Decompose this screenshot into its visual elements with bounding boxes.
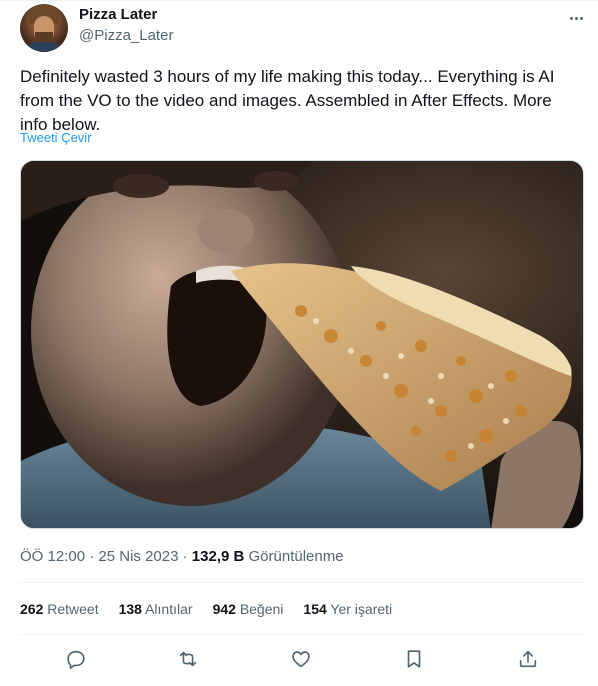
views-label: Görüntülenme xyxy=(248,548,344,565)
avatar[interactable] xyxy=(20,4,68,52)
stat-retweets[interactable]: 262 Retweet xyxy=(20,601,99,617)
author-handle[interactable]: @Pizza_Later xyxy=(79,27,173,44)
bookmark-icon[interactable] xyxy=(403,648,427,672)
share-icon[interactable] xyxy=(517,648,541,672)
action-bar xyxy=(20,648,584,672)
more-options-icon[interactable] xyxy=(566,8,586,28)
tweet-date[interactable]: 25 Nis 2023 xyxy=(98,548,178,565)
divider xyxy=(20,634,584,635)
meta-separator: · xyxy=(182,548,188,565)
tweet-meta: ÖÖ 12:00 · 25 Nis 2023 · 132,9 B Görüntü… xyxy=(20,548,344,565)
tweet-text: Definitely wasted 3 hours of my life mak… xyxy=(20,67,555,134)
reply-icon[interactable] xyxy=(65,648,89,672)
views-count: 132,9 B xyxy=(191,548,245,565)
divider xyxy=(20,582,584,583)
stat-bookmarks[interactable]: 154 Yer işareti xyxy=(303,601,392,617)
tweet: Pizza Later @Pizza_Later Definitely wast… xyxy=(0,0,598,686)
author-name[interactable]: Pizza Later xyxy=(79,6,157,23)
translate-link[interactable]: Tweeti Çevir xyxy=(20,130,92,145)
top-divider xyxy=(0,0,598,1)
stat-likes[interactable]: 942 Beğeni xyxy=(213,601,284,617)
meta-separator: · xyxy=(89,548,95,565)
tweet-time[interactable]: ÖÖ 12:00 xyxy=(20,548,85,565)
retweet-icon[interactable] xyxy=(177,648,201,672)
stat-quotes[interactable]: 138 Alıntılar xyxy=(119,601,193,617)
tweet-media-video[interactable] xyxy=(20,160,584,529)
tweet-stats: 262 Retweet 138 Alıntılar 942 Beğeni 154… xyxy=(20,601,412,617)
like-icon[interactable] xyxy=(290,648,314,672)
